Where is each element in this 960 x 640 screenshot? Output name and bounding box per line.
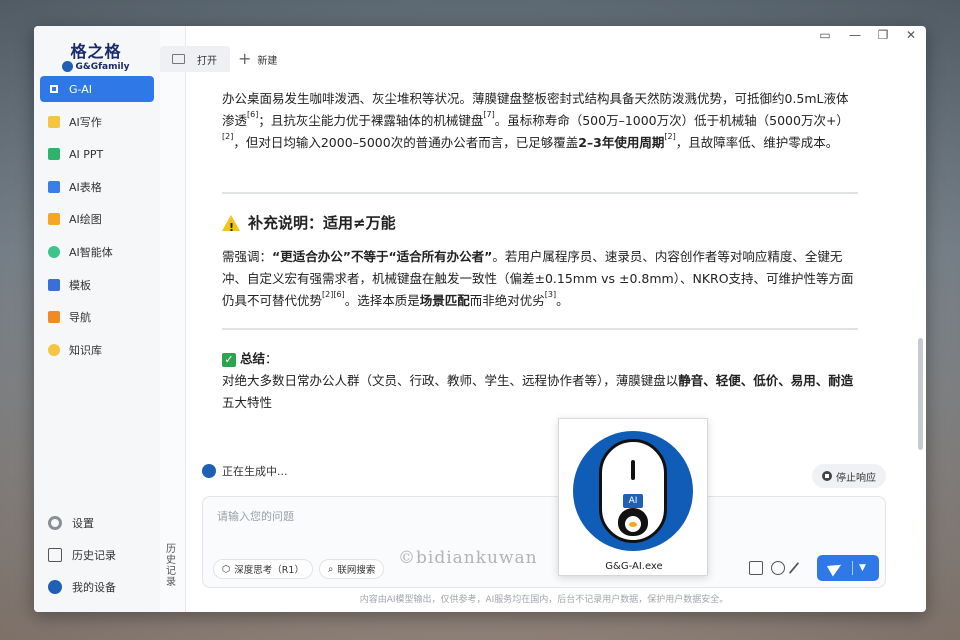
divider xyxy=(222,192,858,194)
sidebar-item-label: G-AI xyxy=(69,82,93,96)
sidebar-item-ai-table[interactable]: AI表格 xyxy=(40,174,154,200)
paragraph-summary: 对绝大多数日常办公人群（文员、行政、教师、学生、远程协作者等），薄膜键盘以静音、… xyxy=(222,373,854,410)
send-button[interactable]: ▼ xyxy=(817,555,879,581)
sidebar-item-g-ai[interactable]: G-AI xyxy=(40,76,154,102)
logo-mascot-icon xyxy=(62,61,74,72)
template-icon xyxy=(48,278,60,291)
feedback-icon[interactable]: ▭ xyxy=(818,28,832,42)
sidebar-item-label: 知识库 xyxy=(69,343,102,357)
table-icon xyxy=(48,180,60,193)
assistant-avatar xyxy=(202,464,216,478)
generating-text: 正在生成中... xyxy=(222,465,288,478)
agent-icon xyxy=(48,245,60,258)
sidebar-item-label: 模板 xyxy=(69,278,91,292)
sidebar-item-ai-drawing[interactable]: AI绘图 xyxy=(40,206,154,232)
citation-link[interactable]: [7] xyxy=(483,110,494,119)
knowledge-icon xyxy=(48,343,60,356)
mouse-shape: AI xyxy=(599,439,667,543)
tab-open-label: 打开 xyxy=(197,55,217,67)
sidebar-item-settings[interactable]: 设置 xyxy=(40,510,154,536)
section-heading-supplement: 补充说明：适用≠万能 xyxy=(222,212,396,239)
g-ai-icon xyxy=(48,83,60,95)
citation-link[interactable]: [2] xyxy=(664,132,675,141)
logo-subtitle: G&Gfamily xyxy=(75,61,130,72)
sidebar: 格之格 G&Gfamily G-AI AI写作 AI PPT AI表格 AI绘图… xyxy=(34,26,160,612)
watermark: ©bidiankuwan xyxy=(398,548,538,568)
close-button[interactable]: ✕ xyxy=(904,28,918,42)
sidebar-item-label: AI表格 xyxy=(69,180,102,194)
sidebar-item-label: 历史记录 xyxy=(72,549,116,562)
app-icon-label: G&G-AI.exe xyxy=(605,561,663,572)
sidebar-nav: G-AI AI写作 AI PPT AI表格 AI绘图 AI智能体 模板 导航 知… xyxy=(40,76,154,369)
logo-title: 格之格 xyxy=(70,42,122,61)
sidebar-item-history[interactable]: 历史记录 xyxy=(40,542,154,568)
folder-icon xyxy=(172,54,185,64)
gear-icon xyxy=(48,516,62,530)
sidebar-item-label: AI绘图 xyxy=(69,213,102,227)
sidebar-item-navigation[interactable]: 导航 xyxy=(40,304,154,330)
stop-icon xyxy=(822,471,832,481)
plus-icon: + xyxy=(238,49,252,68)
magic-wand-icon[interactable] xyxy=(788,561,800,575)
minimize-button[interactable]: — xyxy=(848,28,862,42)
sidebar-item-label: AI智能体 xyxy=(69,245,113,259)
app-logo: 格之格 G&Gfamily xyxy=(56,38,136,72)
deep-think-toggle[interactable]: ⬡ 深度思考（R1） xyxy=(213,559,313,579)
paragraph-durability: 办公桌面易发生咖啡泼洒、灰尘堆积等状况。薄膜键盘整板密封式结构具备天然防泼溅优势… xyxy=(222,91,849,150)
history-vertical-label[interactable]: 历史记录 xyxy=(164,544,178,588)
chat-answer: 办公桌面易发生咖啡泼洒、灰尘堆积等状况。薄膜键盘整板密封式结构具备天然防泼溅优势… xyxy=(222,86,864,432)
penguin-mascot-icon xyxy=(618,508,648,536)
tab-open[interactable]: 打开 xyxy=(160,46,230,72)
divider xyxy=(222,328,858,330)
chevron-down-icon[interactable]: ▼ xyxy=(859,563,866,573)
tab-new[interactable]: + 新建 xyxy=(238,46,277,72)
history-icon xyxy=(48,548,62,562)
sidebar-bottom: 设置 历史记录 我的设备 xyxy=(40,510,154,606)
cube-icon: ⬡ xyxy=(222,563,231,575)
web-search-toggle[interactable]: ⌕ 联网搜索 xyxy=(319,559,385,579)
attachment-icon[interactable] xyxy=(771,561,785,575)
ppt-icon xyxy=(48,148,60,161)
sidebar-item-ai-ppt[interactable]: AI PPT xyxy=(40,141,154,167)
summary-heading: ✓ 总结： xyxy=(222,348,858,370)
restore-button[interactable]: ❐ xyxy=(876,28,890,42)
app-window: 格之格 G&Gfamily G-AI AI写作 AI PPT AI表格 AI绘图… xyxy=(34,26,926,612)
check-icon: ✓ xyxy=(222,353,236,367)
app-icon-overlay: AI G&G-AI.exe xyxy=(558,418,708,576)
history-panel-toggle[interactable] xyxy=(160,26,186,612)
warning-icon xyxy=(222,215,240,239)
disclaimer-text: 内容由AI模型输出，仅供参考，AI服务均在国内，后台不记录用户数据，保护用户数据… xyxy=(359,595,729,605)
sidebar-item-label: AI PPT xyxy=(69,147,104,161)
scrollbar-thumb[interactable] xyxy=(918,338,923,450)
generating-status: 正在生成中... xyxy=(202,463,288,479)
drawing-icon xyxy=(48,213,60,226)
stop-response-button[interactable]: 停止响应 xyxy=(812,464,886,488)
tab-new-label: 新建 xyxy=(257,55,278,67)
sidebar-item-ai-agent[interactable]: AI智能体 xyxy=(40,239,154,265)
ai-badge: AI xyxy=(623,494,643,508)
sidebar-item-label: 设置 xyxy=(72,517,94,530)
send-icon xyxy=(826,559,845,577)
writing-icon xyxy=(48,115,60,128)
search-icon: ⌕ xyxy=(328,563,334,575)
navigation-icon xyxy=(48,311,60,324)
citation-link[interactable]: [6] xyxy=(247,110,258,119)
tab-bar: 打开 + 新建 xyxy=(160,46,926,72)
sidebar-item-label: 我的设备 xyxy=(72,581,116,594)
image-upload-icon[interactable] xyxy=(749,561,763,575)
device-icon xyxy=(48,580,62,594)
sidebar-item-my-devices[interactable]: 我的设备 xyxy=(40,574,154,600)
citation-link[interactable]: [2][6] xyxy=(322,290,345,299)
sidebar-item-knowledge-base[interactable]: 知识库 xyxy=(40,337,154,363)
citation-link[interactable]: [3] xyxy=(545,290,556,299)
sidebar-item-label: AI写作 xyxy=(69,115,102,129)
paragraph-supplement: 需强调：“更适合办公”不等于“适合所有办公者”。若用户属程序员、速录员、内容创作… xyxy=(222,249,854,308)
chat-input-box: ⬡ 深度思考（R1） ⌕ 联网搜索 ▼ xyxy=(202,496,886,588)
sidebar-item-ai-writing[interactable]: AI写作 xyxy=(40,109,154,135)
citation-link[interactable]: [2] xyxy=(222,132,233,141)
app-icon: AI xyxy=(573,431,693,551)
sidebar-item-label: 导航 xyxy=(69,311,91,325)
sidebar-item-template[interactable]: 模板 xyxy=(40,272,154,298)
